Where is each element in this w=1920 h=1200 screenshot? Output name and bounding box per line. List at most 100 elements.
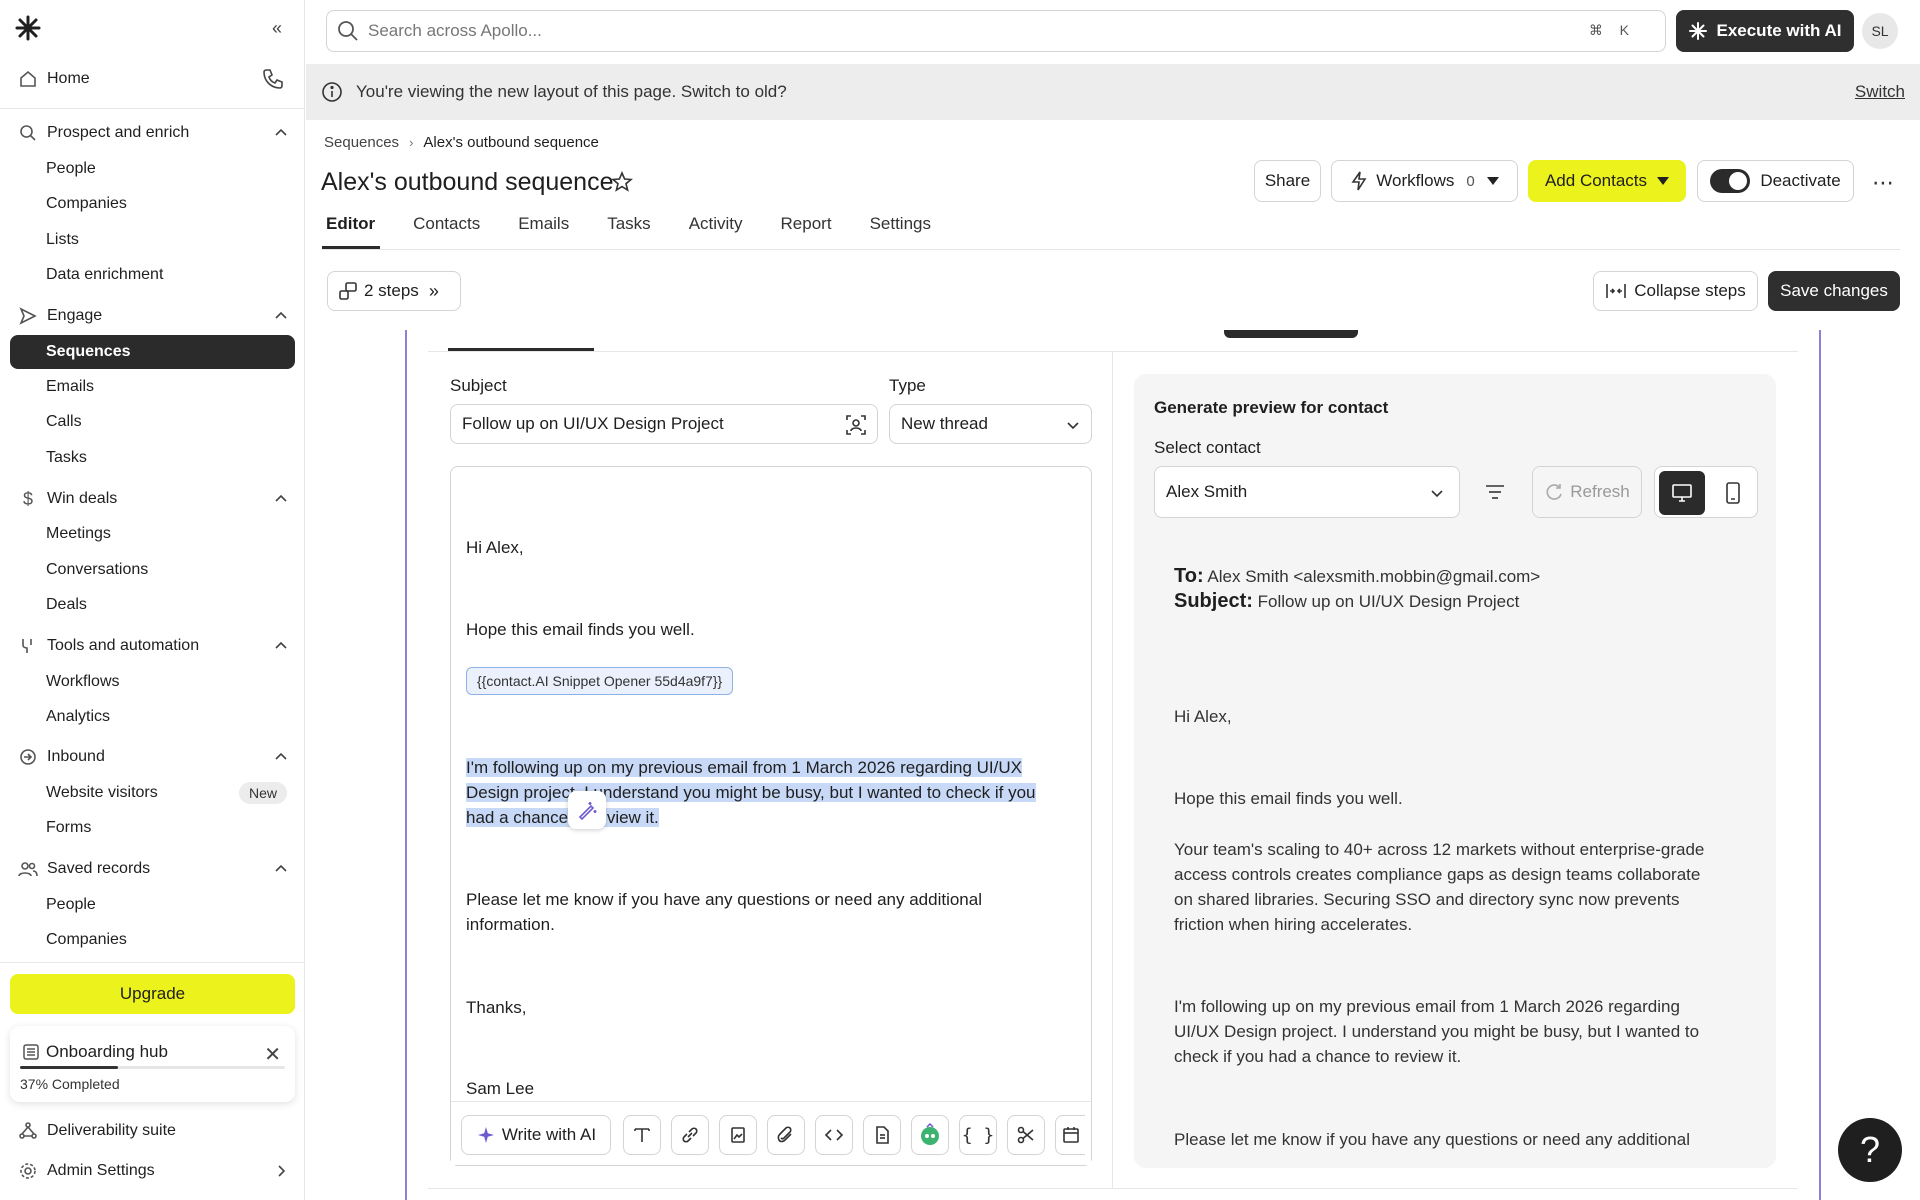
sidebar-item-sequences[interactable]: Sequences <box>10 335 295 369</box>
attachment-icon[interactable] <box>767 1115 805 1155</box>
text-format-icon[interactable] <box>623 1115 661 1155</box>
checklist-icon <box>22 1043 40 1061</box>
sidebar-item-deals[interactable]: Deals <box>10 589 295 621</box>
nav-section-engage[interactable]: Engage <box>10 299 295 333</box>
sidebar-item-data-enrichment[interactable]: Data enrichment <box>10 259 295 291</box>
sidebar-item-calls[interactable]: Calls <box>10 406 295 438</box>
subject-input[interactable]: Follow up on UI/UX Design Project <box>450 404 878 444</box>
mobile-icon[interactable] <box>1711 471 1755 515</box>
sidebar-item-label: People <box>46 160 96 177</box>
nav-admin-settings[interactable]: Admin Settings <box>10 1154 295 1188</box>
nav-section-tools[interactable]: Tools and automation <box>10 629 295 663</box>
template-icon[interactable] <box>863 1115 901 1155</box>
tab-report[interactable]: Report <box>777 214 836 250</box>
more-options-icon[interactable]: ⋯ <box>1872 170 1898 195</box>
link-icon[interactable] <box>671 1115 709 1155</box>
breadcrumb-root[interactable]: Sequences <box>324 134 399 151</box>
sidebar-item-saved-people[interactable]: People <box>10 889 295 921</box>
variable-braces-icon[interactable]: { } <box>959 1115 997 1155</box>
nav-section-win-deals[interactable]: $ Win deals <box>10 482 295 516</box>
sidebar-item-saved-companies[interactable]: Companies <box>10 924 295 956</box>
nav-home[interactable]: Home <box>10 62 295 96</box>
ai-rewrite-icon[interactable] <box>568 791 606 829</box>
steps-button[interactable]: 2 steps » <box>327 271 461 311</box>
personalize-icon[interactable] <box>845 414 867 436</box>
refresh-button[interactable]: Refresh <box>1532 466 1642 518</box>
onboarding-progress-bar <box>20 1066 285 1069</box>
users-icon <box>18 859 38 879</box>
sidebar-item-people[interactable]: People <box>10 153 295 185</box>
avatar[interactable]: SL <box>1862 13 1898 49</box>
sidebar-item-emails[interactable]: Emails <box>10 371 295 403</box>
execute-with-ai-label: Execute with AI <box>1716 21 1842 40</box>
tab-contacts[interactable]: Contacts <box>409 214 484 250</box>
ai-assistant-icon[interactable] <box>911 1115 949 1155</box>
sidebar-item-tasks[interactable]: Tasks <box>10 442 295 474</box>
phone-icon[interactable] <box>261 67 285 91</box>
desktop-icon[interactable] <box>1659 471 1705 515</box>
sidebar-item-forms[interactable]: Forms <box>10 812 295 844</box>
deactivate-toggle[interactable]: Deactivate <box>1697 160 1854 202</box>
onboarding-hub-card[interactable]: Onboarding hub ✕ 37% Completed <box>10 1026 295 1102</box>
write-with-ai-button[interactable]: Write with AI <box>461 1115 611 1155</box>
execute-with-ai-button[interactable]: Execute with AI <box>1676 10 1854 52</box>
sidebar-item-conversations[interactable]: Conversations <box>10 554 295 586</box>
nav-section-label: Inbound <box>47 748 105 765</box>
nav-section-prospect[interactable]: Prospect and enrich <box>10 116 295 150</box>
contact-select[interactable]: Alex Smith <box>1154 466 1460 518</box>
apollo-logo-icon[interactable] <box>14 14 42 42</box>
nav-section-inbound[interactable]: Inbound <box>10 740 295 774</box>
sidebar-item-meetings[interactable]: Meetings <box>10 518 295 550</box>
calendar-icon[interactable] <box>1055 1115 1085 1155</box>
save-changes-button[interactable]: Save changes <box>1768 271 1900 311</box>
tab-editor[interactable]: Editor <box>322 214 379 250</box>
sidebar-item-label: Data enrichment <box>46 266 164 283</box>
close-icon[interactable]: ✕ <box>264 1042 281 1067</box>
collapse-steps-button[interactable]: Collapse steps <box>1593 271 1758 311</box>
toggle-switch[interactable] <box>1710 169 1751 193</box>
nav-section-label: Saved records <box>47 860 151 877</box>
sidebar-item-analytics[interactable]: Analytics <box>10 701 295 733</box>
sidebar-item-companies[interactable]: Companies <box>10 188 295 220</box>
help-button[interactable]: ? <box>1838 1118 1902 1182</box>
scissors-icon[interactable] <box>1007 1115 1045 1155</box>
body-line-1: Hope this email finds you well. <box>466 620 695 639</box>
nav-deliverability-suite[interactable]: Deliverability suite <box>10 1114 295 1148</box>
add-contacts-label: Add Contacts <box>1544 171 1648 190</box>
tab-emails[interactable]: Emails <box>514 214 573 250</box>
preview-line-1: Hope this email finds you well. <box>1174 789 1403 808</box>
onboarding-progress-fill <box>20 1066 119 1069</box>
search-icon <box>18 123 38 143</box>
body-closing: Please let me know if you have any quest… <box>466 887 1066 937</box>
type-select[interactable]: New thread <box>889 404 1092 444</box>
switch-link[interactable]: Switch <box>1855 82 1905 102</box>
add-contacts-button[interactable]: Add Contacts <box>1528 160 1686 202</box>
global-search-input[interactable]: Search across Apollo... ⌘ K <box>326 10 1666 52</box>
type-value: New thread <box>901 414 988 433</box>
sidebar-item-label: Companies <box>46 195 127 212</box>
collapse-sidebar-icon[interactable]: « <box>272 18 292 38</box>
image-icon[interactable] <box>719 1115 757 1155</box>
preview-p1-line: access controls creates compliance gaps … <box>1174 865 1701 884</box>
sidebar-item-lists[interactable]: Lists <box>10 224 295 256</box>
star-icon[interactable] <box>610 170 634 194</box>
sidebar-item-website-visitors[interactable]: Website visitors New <box>10 777 295 809</box>
share-button[interactable]: Share <box>1254 160 1321 202</box>
tab-tasks[interactable]: Tasks <box>603 214 654 250</box>
upgrade-button[interactable]: Upgrade <box>10 974 295 1014</box>
steps-icon <box>338 281 358 301</box>
tab-settings[interactable]: Settings <box>866 214 935 250</box>
body-thanks: Thanks, <box>466 998 527 1017</box>
email-body-editor[interactable]: Hi Alex, Hope this email finds you well.… <box>450 466 1092 1166</box>
email-preview-panel: Generate preview for contact Select cont… <box>1134 374 1776 1168</box>
code-icon[interactable] <box>815 1115 853 1155</box>
nav-section-label: Tools and automation <box>47 637 200 654</box>
nav-section-saved-records[interactable]: Saved records <box>10 852 295 886</box>
filter-icon[interactable] <box>1483 480 1507 504</box>
home-icon <box>18 69 38 89</box>
tab-activity[interactable]: Activity <box>685 214 747 250</box>
sidebar-item-label: Workflows <box>46 673 120 690</box>
sidebar-item-workflows[interactable]: Workflows <box>10 666 295 698</box>
ai-snippet-token[interactable]: {{contact.AI Snippet Opener 55d4a9f7}} <box>466 667 734 695</box>
workflows-button[interactable]: Workflows 0 <box>1331 160 1518 202</box>
